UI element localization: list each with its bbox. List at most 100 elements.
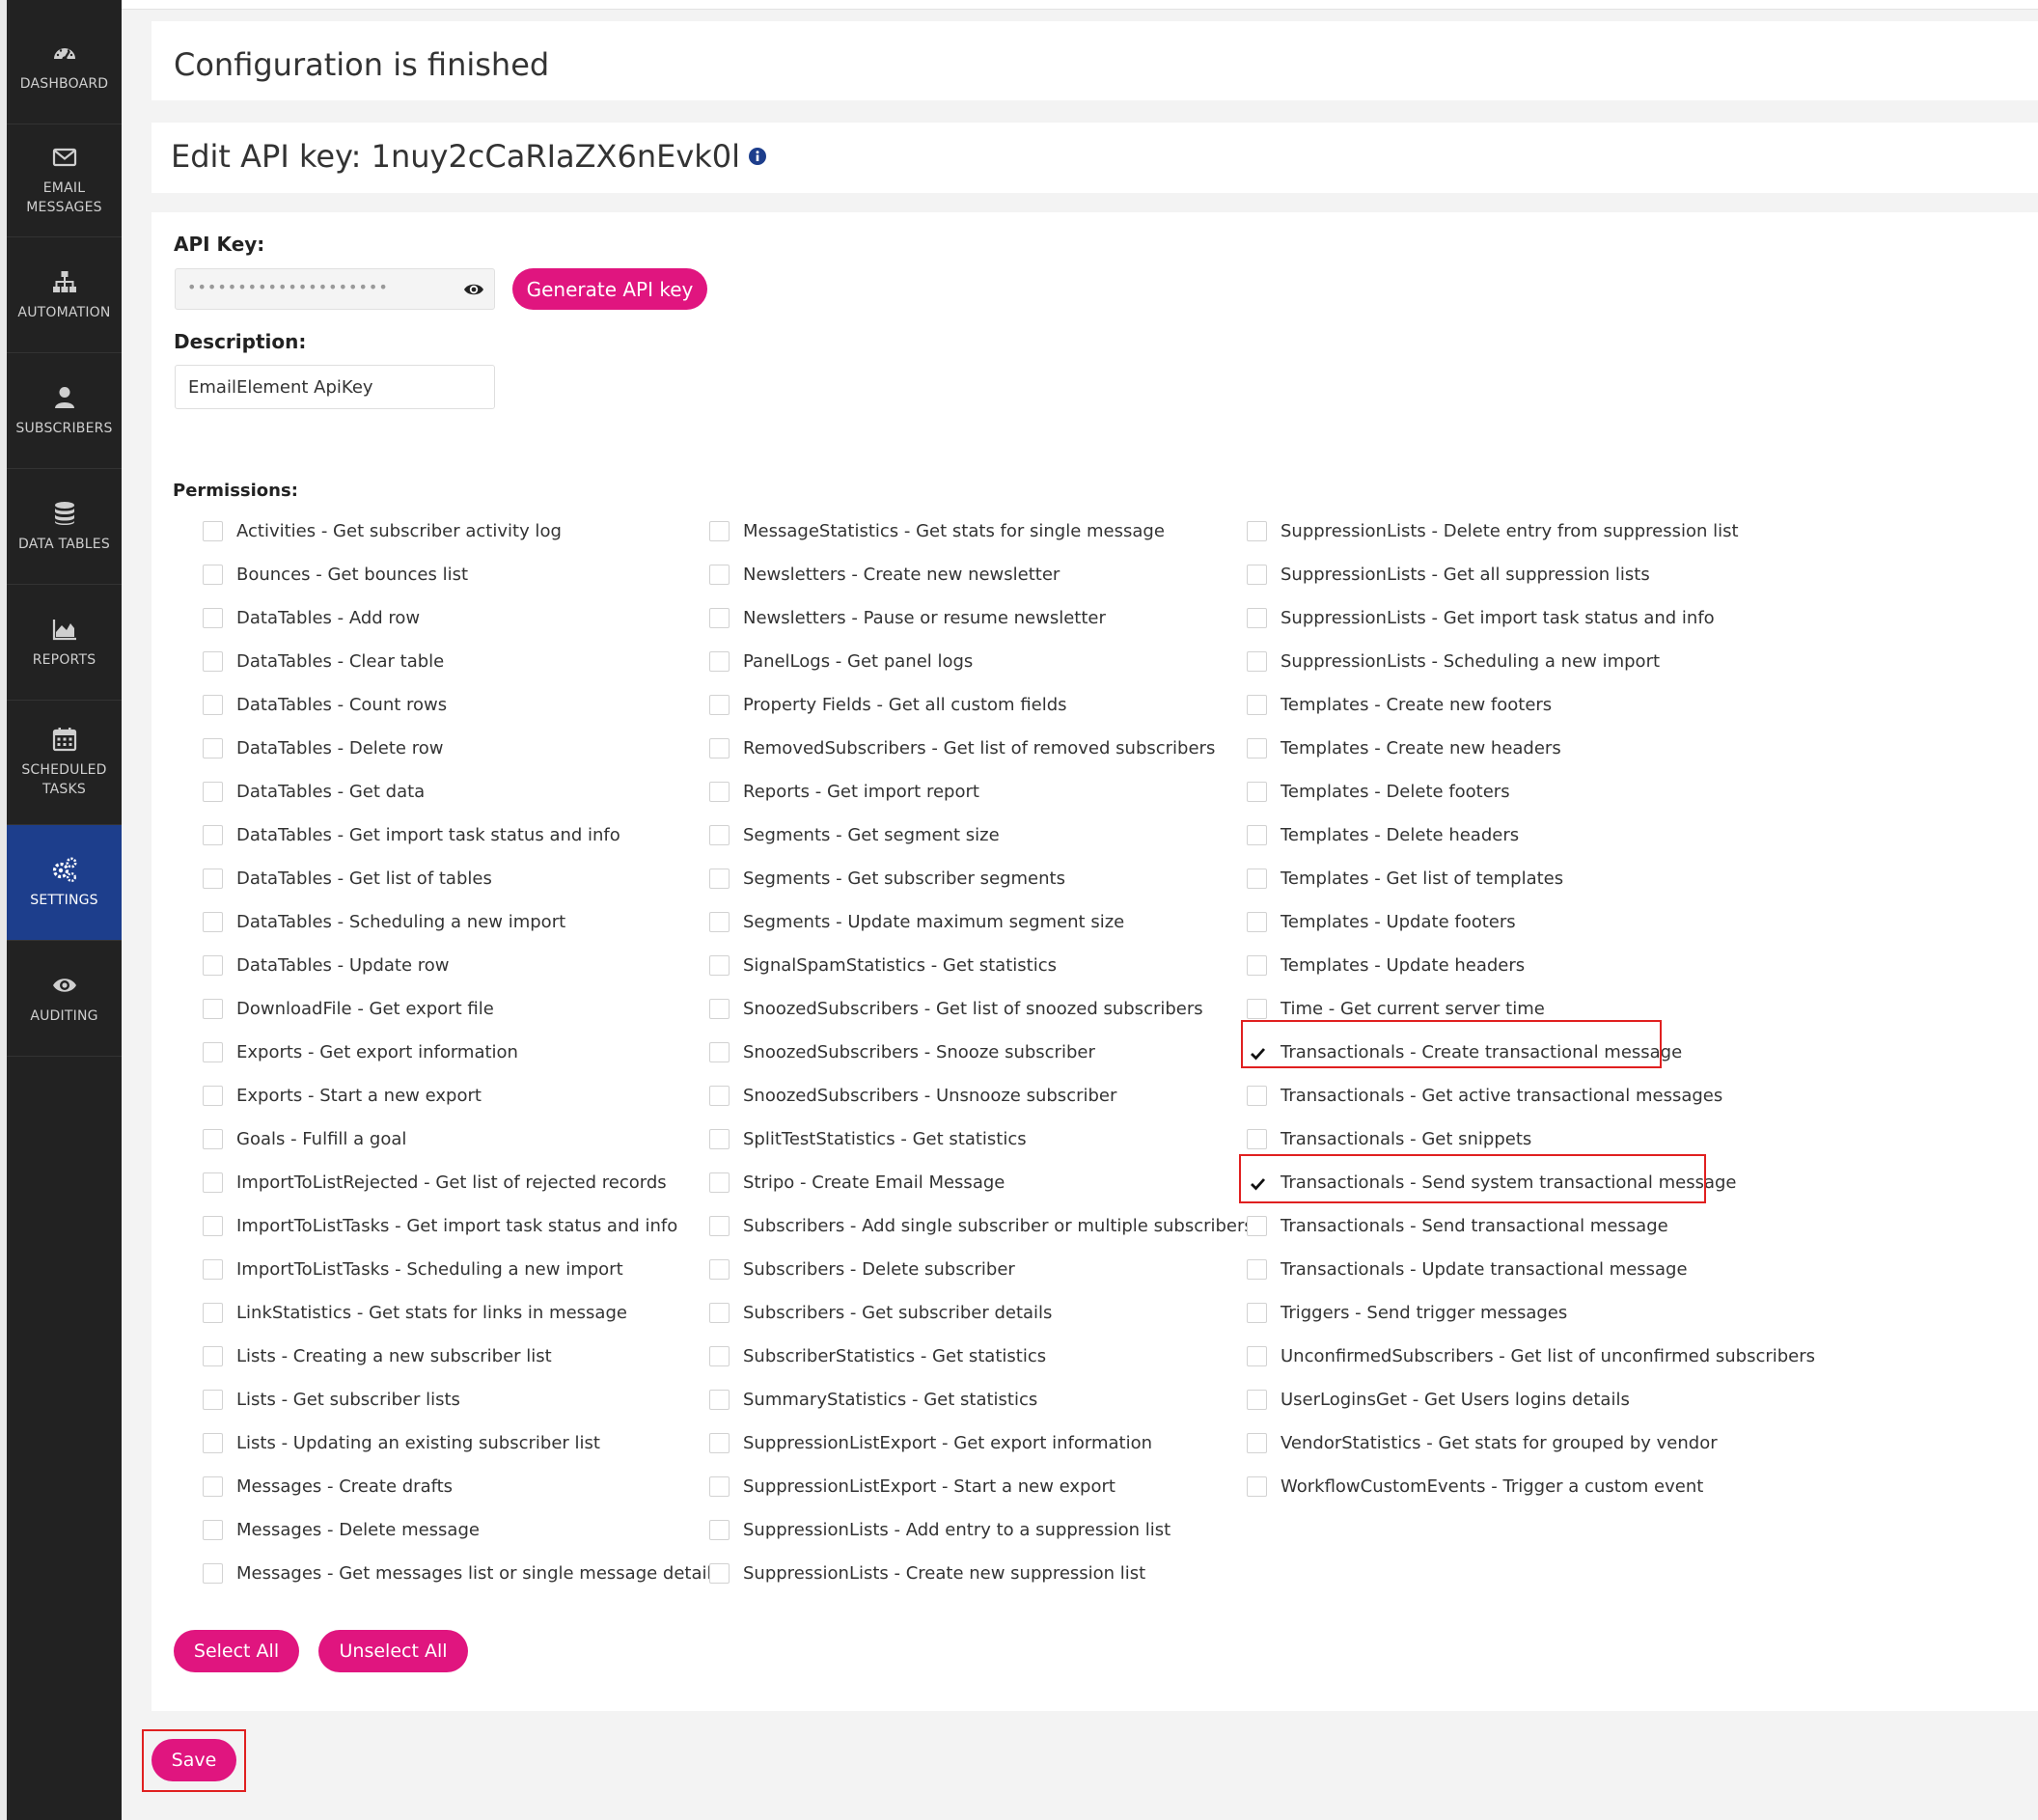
permission-checkbox[interactable] xyxy=(709,1085,730,1106)
permission-checkbox[interactable] xyxy=(1247,520,1267,541)
show-password-eye-icon[interactable] xyxy=(463,281,484,298)
permission-item[interactable]: SuppressionLists - Get all suppression l… xyxy=(1247,560,1650,589)
permission-checkbox[interactable] xyxy=(203,650,223,672)
permission-item[interactable]: Transactionals - Update transactional me… xyxy=(1247,1255,1688,1283)
permission-item[interactable]: Messages - Get messages list or single m… xyxy=(203,1558,721,1587)
permission-item[interactable]: ImportToListTasks - Scheduling a new imp… xyxy=(203,1255,623,1283)
permission-item[interactable]: SuppressionLists - Create new suppressio… xyxy=(709,1558,1145,1587)
permission-item[interactable]: SignalSpamStatistics - Get statistics xyxy=(709,951,1057,979)
permission-checkbox[interactable] xyxy=(203,954,223,976)
permission-checkbox[interactable] xyxy=(1247,1215,1267,1236)
permission-item[interactable]: DataTables - Add row xyxy=(203,603,420,632)
permission-checkbox[interactable] xyxy=(709,954,730,976)
permission-item[interactable]: Messages - Create drafts xyxy=(203,1472,453,1501)
permission-checkbox[interactable] xyxy=(1247,650,1267,672)
permission-checkbox[interactable] xyxy=(709,1432,730,1453)
permission-checkbox[interactable] xyxy=(203,824,223,845)
permission-item[interactable]: Transactionals - Send system transaction… xyxy=(1247,1168,1737,1197)
permission-checkbox[interactable] xyxy=(203,1562,223,1584)
permission-checkbox[interactable] xyxy=(1247,911,1267,932)
permission-item[interactable]: SnoozedSubscribers - Unsnooze subscriber xyxy=(709,1081,1116,1110)
permission-item[interactable]: SuppressionLists - Scheduling a new impo… xyxy=(1247,647,1660,676)
permission-checkbox[interactable] xyxy=(203,737,223,758)
permission-item[interactable]: Triggers - Send trigger messages xyxy=(1247,1298,1567,1327)
permission-checkbox[interactable] xyxy=(709,998,730,1019)
api-key-field[interactable]: •••••••••••••••••••• xyxy=(175,268,495,310)
permission-item[interactable]: Lists - Get subscriber lists xyxy=(203,1385,460,1414)
permission-item[interactable]: Reports - Get import report xyxy=(709,777,979,806)
permission-checkbox[interactable] xyxy=(1247,694,1267,715)
permission-item[interactable]: SplitTestStatistics - Get statistics xyxy=(709,1124,1027,1153)
permission-item[interactable]: Transactionals - Create transactional me… xyxy=(1247,1037,1682,1066)
permission-checkbox[interactable] xyxy=(709,1172,730,1193)
permission-item[interactable]: Templates - Update headers xyxy=(1247,951,1525,979)
permission-checkbox[interactable] xyxy=(709,564,730,585)
permission-checkbox[interactable] xyxy=(709,1345,730,1366)
permission-item[interactable]: Templates - Update footers xyxy=(1247,907,1516,936)
permission-item[interactable]: Newsletters - Pause or resume newsletter xyxy=(709,603,1106,632)
permission-item[interactable]: LinkStatistics - Get stats for links in … xyxy=(203,1298,627,1327)
permission-checkbox[interactable] xyxy=(1247,998,1267,1019)
permission-checkbox[interactable] xyxy=(709,737,730,758)
sidebar-item-auditing[interactable]: AUDITING xyxy=(7,941,122,1057)
permission-checkbox[interactable] xyxy=(1247,1389,1267,1410)
permission-checkbox[interactable] xyxy=(709,1389,730,1410)
permission-item[interactable]: SuppressionLists - Get import task statu… xyxy=(1247,603,1715,632)
permission-item[interactable]: Transactionals - Get active transactiona… xyxy=(1247,1081,1722,1110)
permission-item[interactable]: Subscribers - Add single subscriber or m… xyxy=(709,1211,1253,1240)
sidebar-item-dashboard[interactable]: DASHBOARD xyxy=(7,10,122,124)
permission-checkbox[interactable] xyxy=(203,694,223,715)
permission-checkbox[interactable] xyxy=(709,607,730,628)
permission-checkbox[interactable] xyxy=(709,1258,730,1280)
sidebar-item-scheduled-tasks[interactable]: SCHEDULED TASKS xyxy=(7,701,122,825)
permission-checkbox[interactable] xyxy=(203,520,223,541)
info-icon[interactable] xyxy=(748,147,767,166)
permission-checkbox[interactable] xyxy=(709,911,730,932)
permission-item[interactable]: Stripo - Create Email Message xyxy=(709,1168,1005,1197)
save-button[interactable]: Save xyxy=(151,1739,236,1781)
permission-item[interactable]: DataTables - Scheduling a new import xyxy=(203,907,565,936)
permission-checkbox[interactable] xyxy=(203,607,223,628)
permission-checkbox[interactable] xyxy=(1247,781,1267,802)
permission-item[interactable]: Subscribers - Delete subscriber xyxy=(709,1255,1015,1283)
sidebar-item-automation[interactable]: AUTOMATION xyxy=(7,237,122,353)
permission-checkbox[interactable] xyxy=(1247,1128,1267,1149)
permission-checkbox[interactable] xyxy=(1247,1475,1267,1497)
permission-checkbox[interactable] xyxy=(203,998,223,1019)
permission-checkbox[interactable] xyxy=(203,781,223,802)
permission-item[interactable]: Segments - Get subscriber segments xyxy=(709,864,1065,893)
sidebar-item-email-messages[interactable]: EMAIL MESSAGES xyxy=(7,124,122,237)
permission-checkbox[interactable] xyxy=(709,520,730,541)
permission-item[interactable]: Segments - Get segment size xyxy=(709,820,1000,849)
permission-checkbox[interactable] xyxy=(203,911,223,932)
permission-checkbox[interactable] xyxy=(1247,1345,1267,1366)
permission-item[interactable]: Transactionals - Send transactional mess… xyxy=(1247,1211,1668,1240)
permission-item[interactable]: PanelLogs - Get panel logs xyxy=(709,647,973,676)
permission-checkbox[interactable] xyxy=(1247,954,1267,976)
permission-checkbox[interactable] xyxy=(203,1475,223,1497)
permission-item[interactable]: Templates - Get list of templates xyxy=(1247,864,1563,893)
permission-checkbox[interactable] xyxy=(203,1215,223,1236)
permission-item[interactable]: Activities - Get subscriber activity log xyxy=(203,516,562,545)
permission-item[interactable]: SnoozedSubscribers - Get list of snoozed… xyxy=(709,994,1203,1023)
permission-checkbox[interactable] xyxy=(709,694,730,715)
permission-item[interactable]: Templates - Delete headers xyxy=(1247,820,1519,849)
permission-checkbox[interactable] xyxy=(203,1389,223,1410)
permission-item[interactable]: UserLoginsGet - Get Users logins details xyxy=(1247,1385,1630,1414)
permission-checkbox[interactable] xyxy=(709,781,730,802)
permission-checkbox[interactable] xyxy=(1247,1432,1267,1453)
permission-item[interactable]: ImportToListTasks - Get import task stat… xyxy=(203,1211,677,1240)
select-all-button[interactable]: Select All xyxy=(174,1630,299,1672)
permission-item[interactable]: DataTables - Get list of tables xyxy=(203,864,492,893)
permission-checkbox[interactable] xyxy=(1247,868,1267,889)
description-input[interactable] xyxy=(175,365,495,409)
permission-checkbox[interactable] xyxy=(1247,737,1267,758)
permission-checkbox[interactable] xyxy=(203,868,223,889)
permission-checkbox[interactable] xyxy=(203,1085,223,1106)
permission-item[interactable]: DataTables - Update row xyxy=(203,951,450,979)
permission-item[interactable]: Bounces - Get bounces list xyxy=(203,560,468,589)
permission-checkbox[interactable] xyxy=(203,1172,223,1193)
permission-checkbox[interactable] xyxy=(1247,824,1267,845)
permission-item[interactable]: Templates - Create new headers xyxy=(1247,733,1561,762)
permission-checkbox[interactable] xyxy=(1247,1085,1267,1106)
